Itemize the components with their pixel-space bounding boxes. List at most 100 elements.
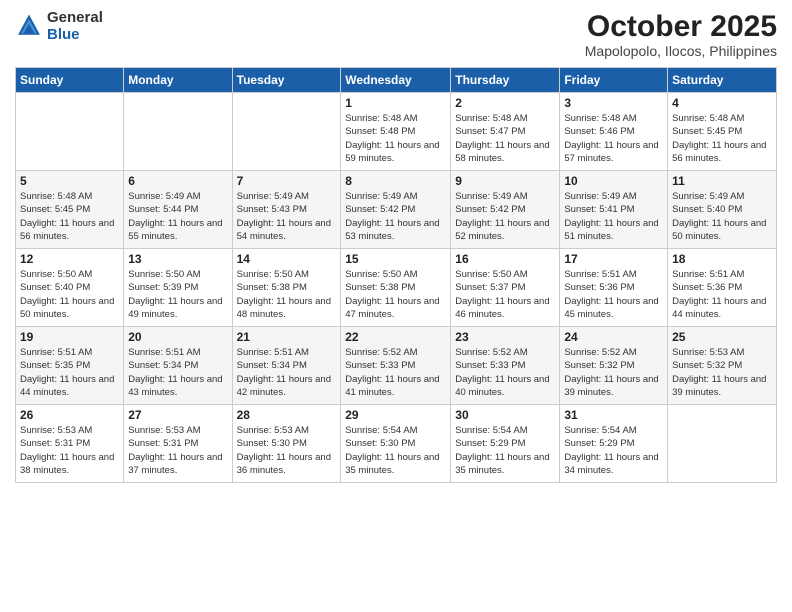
day-number: 24 (564, 330, 663, 344)
day-info: Sunrise: 5:49 AM Sunset: 5:43 PM Dayligh… (237, 190, 337, 243)
table-cell: 8 Sunrise: 5:49 AM Sunset: 5:42 PM Daylig… (341, 171, 451, 249)
table-cell: 19 Sunrise: 5:51 AM Sunset: 5:35 PM Dayli… (16, 327, 124, 405)
table-cell: 14Sunrise: 5:50 AM Sunset: 5:38 PM Dayli… (232, 249, 341, 327)
week-row-3: 12 Sunrise: 5:50 AM Sunset: 5:40 PM Dayli… (16, 249, 777, 327)
table-cell: 16 Sunrise: 5:50 AM Sunset: 5:37 PM Dayli… (451, 249, 560, 327)
logo-general-text: General (47, 10, 103, 27)
table-cell: 1Sunrise: 5:48 AM Sunset: 5:48 PM Daylig… (341, 93, 451, 171)
table-cell: 28 Sunrise: 5:53 AM Sunset: 5:30 PM Dayli… (232, 405, 341, 483)
day-number: 18 (672, 252, 772, 266)
day-info: Sunrise: 5:50 AM Sunset: 5:39 PM Dayligh… (128, 268, 227, 321)
title-block: October 2025 Mapolopolo, Ilocos, Philipp… (585, 10, 777, 59)
logo-text: General Blue (47, 10, 103, 43)
page: General Blue October 2025 Mapolopolo, Il… (0, 0, 792, 612)
day-number: 25 (672, 330, 772, 344)
col-saturday: Saturday (668, 68, 777, 93)
col-sunday: Sunday (16, 68, 124, 93)
day-info: Sunrise: 5:49 AM Sunset: 5:40 PM Dayligh… (672, 190, 772, 243)
day-number: 29 (345, 408, 446, 422)
day-number: 3 (564, 96, 663, 110)
day-number: 17 (564, 252, 663, 266)
day-number: 22 (345, 330, 446, 344)
header: General Blue October 2025 Mapolopolo, Il… (15, 10, 777, 59)
day-info: Sunrise: 5:48 AM Sunset: 5:47 PM Dayligh… (455, 112, 555, 165)
week-row-2: 5Sunrise: 5:48 AM Sunset: 5:45 PM Daylig… (16, 171, 777, 249)
table-cell: 23 Sunrise: 5:52 AM Sunset: 5:33 PM Dayli… (451, 327, 560, 405)
day-number: 12 (20, 252, 119, 266)
day-info: Sunrise: 5:53 AM Sunset: 5:31 PM Dayligh… (20, 424, 119, 477)
table-cell: 9 Sunrise: 5:49 AM Sunset: 5:42 PM Daylig… (451, 171, 560, 249)
day-info: Sunrise: 5:53 AM Sunset: 5:31 PM Dayligh… (128, 424, 227, 477)
day-number: 26 (20, 408, 119, 422)
table-cell (16, 93, 124, 171)
day-info: Sunrise: 5:53 AM Sunset: 5:30 PM Dayligh… (237, 424, 337, 477)
day-info: Sunrise: 5:53 AM Sunset: 5:32 PM Dayligh… (672, 346, 772, 399)
table-cell: 18 Sunrise: 5:51 AM Sunset: 5:36 PM Dayli… (668, 249, 777, 327)
col-thursday: Thursday (451, 68, 560, 93)
day-number: 23 (455, 330, 555, 344)
calendar-header-row: Sunday Monday Tuesday Wednesday Thursday… (16, 68, 777, 93)
day-info: Sunrise: 5:54 AM Sunset: 5:29 PM Dayligh… (455, 424, 555, 477)
table-cell: 17 Sunrise: 5:51 AM Sunset: 5:36 PM Dayli… (560, 249, 668, 327)
day-number: 9 (455, 174, 555, 188)
table-cell: 31Sunrise: 5:54 AM Sunset: 5:29 PM Dayli… (560, 405, 668, 483)
table-cell: 25 Sunrise: 5:53 AM Sunset: 5:32 PM Dayli… (668, 327, 777, 405)
table-cell: 4 Sunrise: 5:48 AM Sunset: 5:45 PM Daylig… (668, 93, 777, 171)
day-info: Sunrise: 5:51 AM Sunset: 5:36 PM Dayligh… (564, 268, 663, 321)
day-number: 30 (455, 408, 555, 422)
day-info: Sunrise: 5:49 AM Sunset: 5:42 PM Dayligh… (455, 190, 555, 243)
day-number: 2 (455, 96, 555, 110)
table-cell: 5Sunrise: 5:48 AM Sunset: 5:45 PM Daylig… (16, 171, 124, 249)
table-cell (232, 93, 341, 171)
day-info: Sunrise: 5:48 AM Sunset: 5:45 PM Dayligh… (672, 112, 772, 165)
day-number: 4 (672, 96, 772, 110)
day-info: Sunrise: 5:48 AM Sunset: 5:46 PM Dayligh… (564, 112, 663, 165)
table-cell (124, 93, 232, 171)
table-cell: 22 Sunrise: 5:52 AM Sunset: 5:33 PM Dayli… (341, 327, 451, 405)
day-number: 28 (237, 408, 337, 422)
logo-icon (15, 13, 43, 41)
day-info: Sunrise: 5:50 AM Sunset: 5:37 PM Dayligh… (455, 268, 555, 321)
day-info: Sunrise: 5:48 AM Sunset: 5:45 PM Dayligh… (20, 190, 119, 243)
location: Mapolopolo, Ilocos, Philippines (585, 43, 777, 59)
day-number: 6 (128, 174, 227, 188)
day-info: Sunrise: 5:49 AM Sunset: 5:44 PM Dayligh… (128, 190, 227, 243)
week-row-1: 1Sunrise: 5:48 AM Sunset: 5:48 PM Daylig… (16, 93, 777, 171)
table-cell: 7 Sunrise: 5:49 AM Sunset: 5:43 PM Daylig… (232, 171, 341, 249)
day-number: 19 (20, 330, 119, 344)
day-info: Sunrise: 5:52 AM Sunset: 5:33 PM Dayligh… (345, 346, 446, 399)
calendar: Sunday Monday Tuesday Wednesday Thursday… (15, 67, 777, 483)
day-info: Sunrise: 5:54 AM Sunset: 5:29 PM Dayligh… (564, 424, 663, 477)
table-cell: 20Sunrise: 5:51 AM Sunset: 5:34 PM Dayli… (124, 327, 232, 405)
logo: General Blue (15, 10, 103, 43)
day-number: 13 (128, 252, 227, 266)
day-number: 21 (237, 330, 337, 344)
month-title: October 2025 (585, 10, 777, 43)
day-number: 7 (237, 174, 337, 188)
day-info: Sunrise: 5:51 AM Sunset: 5:35 PM Dayligh… (20, 346, 119, 399)
day-number: 10 (564, 174, 663, 188)
col-friday: Friday (560, 68, 668, 93)
table-cell: 27Sunrise: 5:53 AM Sunset: 5:31 PM Dayli… (124, 405, 232, 483)
day-info: Sunrise: 5:51 AM Sunset: 5:34 PM Dayligh… (237, 346, 337, 399)
table-cell: 30 Sunrise: 5:54 AM Sunset: 5:29 PM Dayli… (451, 405, 560, 483)
day-number: 16 (455, 252, 555, 266)
day-info: Sunrise: 5:52 AM Sunset: 5:33 PM Dayligh… (455, 346, 555, 399)
day-info: Sunrise: 5:50 AM Sunset: 5:40 PM Dayligh… (20, 268, 119, 321)
week-row-5: 26 Sunrise: 5:53 AM Sunset: 5:31 PM Dayli… (16, 405, 777, 483)
day-info: Sunrise: 5:54 AM Sunset: 5:30 PM Dayligh… (345, 424, 446, 477)
day-number: 14 (237, 252, 337, 266)
day-number: 8 (345, 174, 446, 188)
day-info: Sunrise: 5:49 AM Sunset: 5:42 PM Dayligh… (345, 190, 446, 243)
day-number: 15 (345, 252, 446, 266)
col-wednesday: Wednesday (341, 68, 451, 93)
table-cell: 6 Sunrise: 5:49 AM Sunset: 5:44 PM Daylig… (124, 171, 232, 249)
logo-blue-text: Blue (47, 27, 103, 44)
day-info: Sunrise: 5:51 AM Sunset: 5:36 PM Dayligh… (672, 268, 772, 321)
table-cell (668, 405, 777, 483)
day-info: Sunrise: 5:51 AM Sunset: 5:34 PM Dayligh… (128, 346, 227, 399)
day-number: 11 (672, 174, 772, 188)
week-row-4: 19 Sunrise: 5:51 AM Sunset: 5:35 PM Dayli… (16, 327, 777, 405)
col-monday: Monday (124, 68, 232, 93)
table-cell: 26 Sunrise: 5:53 AM Sunset: 5:31 PM Dayli… (16, 405, 124, 483)
